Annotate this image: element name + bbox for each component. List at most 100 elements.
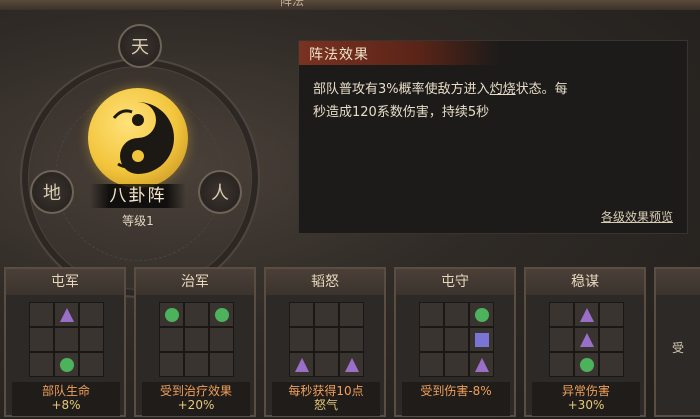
tactic-effect-label: 每秒获得10点 xyxy=(288,384,364,398)
window-title: 阵法 xyxy=(280,0,305,8)
tactic-card[interactable]: 韬怒每秒获得10点 怒气 xyxy=(264,267,386,417)
position-grid xyxy=(549,302,624,377)
grid-cell xyxy=(444,352,469,377)
triangle-icon xyxy=(60,308,74,322)
effect-text-line2: 秒造成120系数伤害，持续5秒 xyxy=(313,105,490,120)
top-strip: 阵法 xyxy=(0,0,700,10)
grid-cell xyxy=(549,352,574,377)
tactic-card[interactable]: 屯军部队生命 +8% xyxy=(4,267,126,417)
triangle-icon xyxy=(345,358,359,372)
grid-cell xyxy=(184,302,209,327)
grid-cell xyxy=(599,352,624,377)
tactic-effect-value: +20% xyxy=(177,398,215,412)
grid-cell xyxy=(339,327,364,352)
tactic-effect-label: 部队生命 xyxy=(41,384,90,398)
grid-cell xyxy=(469,327,494,352)
grid-cell xyxy=(54,352,79,377)
tactic-effect-label: 受到伤害-8% xyxy=(420,384,492,398)
grid-cell xyxy=(79,352,104,377)
effect-keyword-link[interactable]: 灼烧 xyxy=(490,82,516,97)
tactic-effect-label: 异常伤害 xyxy=(561,384,610,398)
tactic-effect-value: 怒气 xyxy=(313,398,338,412)
circle-icon xyxy=(475,308,489,322)
triangle-icon xyxy=(295,358,309,372)
grid-cell xyxy=(184,327,209,352)
triangle-icon xyxy=(580,333,594,347)
grid-cell xyxy=(574,327,599,352)
grid-cell xyxy=(209,302,234,327)
grid-cell xyxy=(29,302,54,327)
grid-cell xyxy=(289,327,314,352)
tactic-card-title: 治军 xyxy=(136,269,254,295)
grid-cell xyxy=(289,302,314,327)
node-heaven-icon[interactable]: 天 xyxy=(118,24,162,68)
tactic-card-title: 稳谋 xyxy=(526,269,644,295)
circle-icon xyxy=(215,308,229,322)
grid-cell xyxy=(339,352,364,377)
tactic-card[interactable]: 屯守受到伤害-8% xyxy=(394,267,516,417)
tactic-card[interactable]: 受 xyxy=(654,267,700,417)
grid-cell xyxy=(314,302,339,327)
grid-cell xyxy=(444,327,469,352)
grid-cell xyxy=(574,302,599,327)
level-preview-link[interactable]: 各级效果预览 xyxy=(601,208,673,225)
effect-text-part1: 部队普攻有3%概率使敌方进入 xyxy=(313,82,490,97)
triangle-icon xyxy=(475,358,489,372)
tactic-effect-value: +30% xyxy=(567,398,605,412)
grid-cell xyxy=(289,352,314,377)
tactic-card-title: 韬怒 xyxy=(266,269,384,295)
grid-cell xyxy=(444,302,469,327)
effect-text-part2: 状态。每 xyxy=(515,82,568,97)
tactic-card[interactable]: 稳谋异常伤害 +30% xyxy=(524,267,646,417)
grid-cell xyxy=(209,352,234,377)
grid-cell xyxy=(549,302,574,327)
grid-cell xyxy=(159,352,184,377)
tactic-card-title xyxy=(656,269,700,295)
grid-cell xyxy=(469,352,494,377)
tactic-card-title: 屯守 xyxy=(396,269,514,295)
position-grid xyxy=(289,302,364,377)
grid-cell xyxy=(29,352,54,377)
position-grid xyxy=(29,302,104,377)
node-human-icon[interactable]: 人 xyxy=(198,170,242,214)
grid-cell xyxy=(184,352,209,377)
grid-cell xyxy=(339,302,364,327)
tactic-effect-label: 受到治疗效果 xyxy=(159,384,232,398)
position-grid xyxy=(419,302,494,377)
formation-level: 等级1 xyxy=(122,214,154,228)
grid-cell xyxy=(29,327,54,352)
yin-yang-icon[interactable] xyxy=(88,88,188,188)
tactic-card-effect: 每秒获得10点 怒气 xyxy=(272,382,380,416)
grid-cell xyxy=(574,352,599,377)
tactic-cards: 屯军 部队生命 +8% 治军 受到治疗效果 +20% 韬怒 每秒获得10点 怒气 屯守 受到伤害-8… xyxy=(0,263,700,419)
tactic-card[interactable]: 治军受到治疗效果 +20% xyxy=(134,267,256,417)
grid-cell xyxy=(419,302,444,327)
effect-panel: 阵法效果 部队普攻有3%概率使敌方进入灼烧状态。每 秒造成120系数伤害，持续5… xyxy=(298,40,688,234)
tactic-card-title: 屯军 xyxy=(6,269,124,295)
tactic-card-effect: 部队生命 +8% xyxy=(12,382,120,416)
tactic-effect-label: 受 xyxy=(671,341,684,355)
grid-cell xyxy=(314,327,339,352)
tactic-card-effect: 受到治疗效果 +20% xyxy=(142,382,250,416)
grid-cell xyxy=(599,302,624,327)
grid-cell xyxy=(159,302,184,327)
tactic-card-effect: 受到伤害-8% xyxy=(402,382,510,416)
circle-icon xyxy=(580,358,594,372)
formation-name: 八卦阵 xyxy=(90,184,186,208)
grid-cell xyxy=(79,302,104,327)
node-earth-icon[interactable]: 地 xyxy=(30,170,74,214)
grid-cell xyxy=(419,327,444,352)
tactic-effect-value: +8% xyxy=(51,398,81,412)
grid-cell xyxy=(599,327,624,352)
effect-description: 部队普攻有3%概率使敌方进入灼烧状态。每 秒造成120系数伤害，持续5秒 xyxy=(313,78,677,124)
grid-cell xyxy=(209,327,234,352)
triangle-icon xyxy=(580,308,594,322)
grid-cell xyxy=(549,327,574,352)
grid-cell xyxy=(314,352,339,377)
grid-cell xyxy=(79,327,104,352)
effect-header: 阵法效果 xyxy=(299,41,499,65)
circle-icon xyxy=(165,308,179,322)
grid-cell xyxy=(54,302,79,327)
effect-header-label: 阵法效果 xyxy=(309,47,369,63)
grid-cell xyxy=(469,302,494,327)
